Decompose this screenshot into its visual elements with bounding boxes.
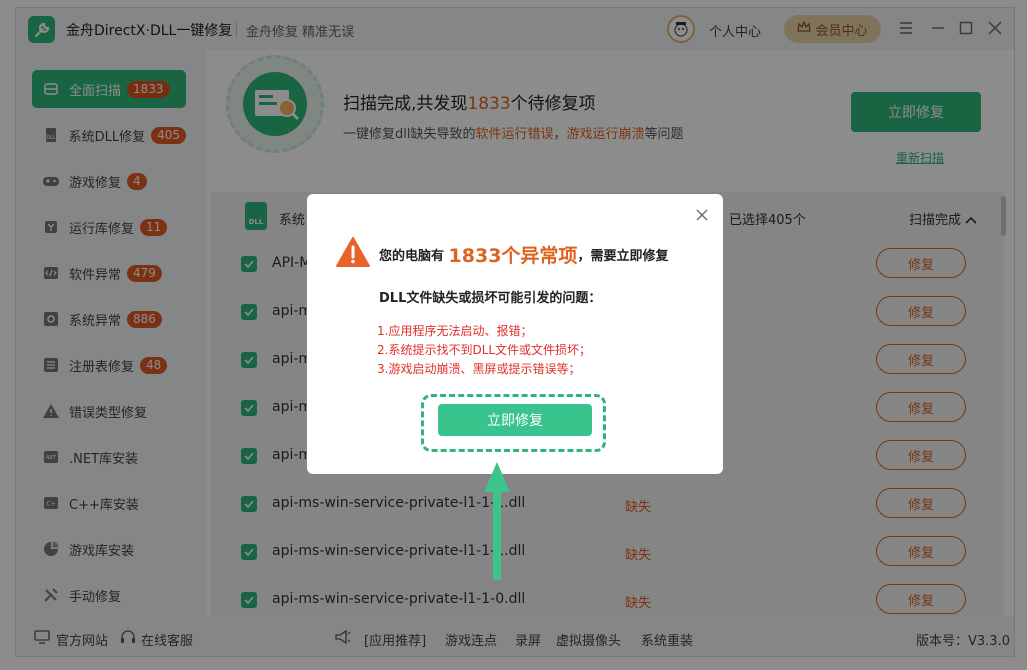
repair-prompt-dialog: 您的电脑有 1833个异常项，需要立即修复 DLL文件缺失或损坏可能引发的问题：… <box>307 194 723 474</box>
pointer-arrow-icon <box>484 462 510 580</box>
reason-item: 2.系统提示找不到DLL文件或文件损坏； <box>377 343 592 357</box>
reason-item: 3.游戏启动崩溃、黑屏或提示错误等； <box>377 362 581 376</box>
warning-icon <box>336 237 370 267</box>
dialog-headline: 您的电脑有 1833个异常项，需要立即修复 <box>379 245 669 267</box>
issue-count-highlight: 1833个异常项 <box>448 245 578 267</box>
close-icon[interactable] <box>693 206 711 224</box>
reason-item: 1.应用程序无法启动、报错； <box>377 324 533 338</box>
dialog-subtitle: DLL文件缺失或损坏可能引发的问题： <box>379 291 602 306</box>
dialog-fix-now-button[interactable]: 立即修复 <box>438 404 592 436</box>
